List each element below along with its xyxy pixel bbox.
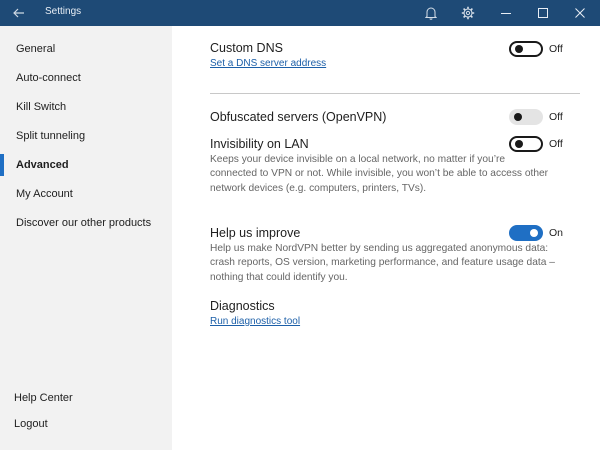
help-improve-state: On [549,227,564,239]
minimize-icon[interactable] [493,3,519,23]
close-icon[interactable] [567,3,593,23]
help-improve-title: Help us improve [210,226,301,240]
help-improve-toggle[interactable] [509,225,543,241]
sidebar-item-kill-switch[interactable]: Kill Switch [0,96,172,118]
logout-link[interactable]: Logout [14,418,48,430]
invisibility-lan-description: Keeps your device invisible on a local n… [210,154,549,194]
toggle-knob [515,45,523,53]
help-improve-description: Help us make NordVPN better by sending u… [210,243,555,283]
sidebar-item-advanced[interactable]: Advanced [0,154,172,176]
sidebar-item-auto-connect[interactable]: Auto-connect [0,67,172,89]
toggle-knob [530,229,538,237]
invisibility-lan-toggle[interactable] [509,136,543,152]
custom-dns-title: Custom DNS [210,41,283,55]
maximize-icon[interactable] [530,3,556,23]
invisibility-lan-title: Invisibility on LAN [210,137,309,151]
toggle-knob [514,113,522,121]
window-title: Settings [45,6,82,17]
obfuscated-servers-state: Off [549,111,563,123]
diagnostics-title: Diagnostics [210,299,275,313]
obfuscated-servers-toggle[interactable] [509,109,543,125]
invisibility-lan-state: Off [549,138,563,150]
settings-panel: Custom DNS Set a DNS server address Off … [172,26,600,450]
sidebar-item-my-account[interactable]: My Account [0,183,172,205]
sidebar-item-split-tunneling[interactable]: Split tunneling [0,125,172,147]
run-diagnostics-link[interactable]: Run diagnostics tool [210,316,300,327]
help-center-link[interactable]: Help Center [14,392,73,404]
gear-icon[interactable] [455,3,481,23]
bell-icon[interactable] [418,3,444,23]
section-divider [210,93,580,94]
set-dns-link[interactable]: Set a DNS server address [210,58,326,69]
sidebar: General Auto-connect Kill Switch Split t… [0,26,172,450]
custom-dns-toggle[interactable] [509,41,543,57]
toggle-knob [515,140,523,148]
back-arrow-icon[interactable] [8,3,30,23]
title-bar: Settings [0,0,600,26]
custom-dns-state: Off [549,43,563,55]
sidebar-item-discover-products[interactable]: Discover our other products [0,212,172,234]
obfuscated-servers-title: Obfuscated servers (OpenVPN) [210,110,387,124]
sidebar-item-general[interactable]: General [0,38,172,60]
